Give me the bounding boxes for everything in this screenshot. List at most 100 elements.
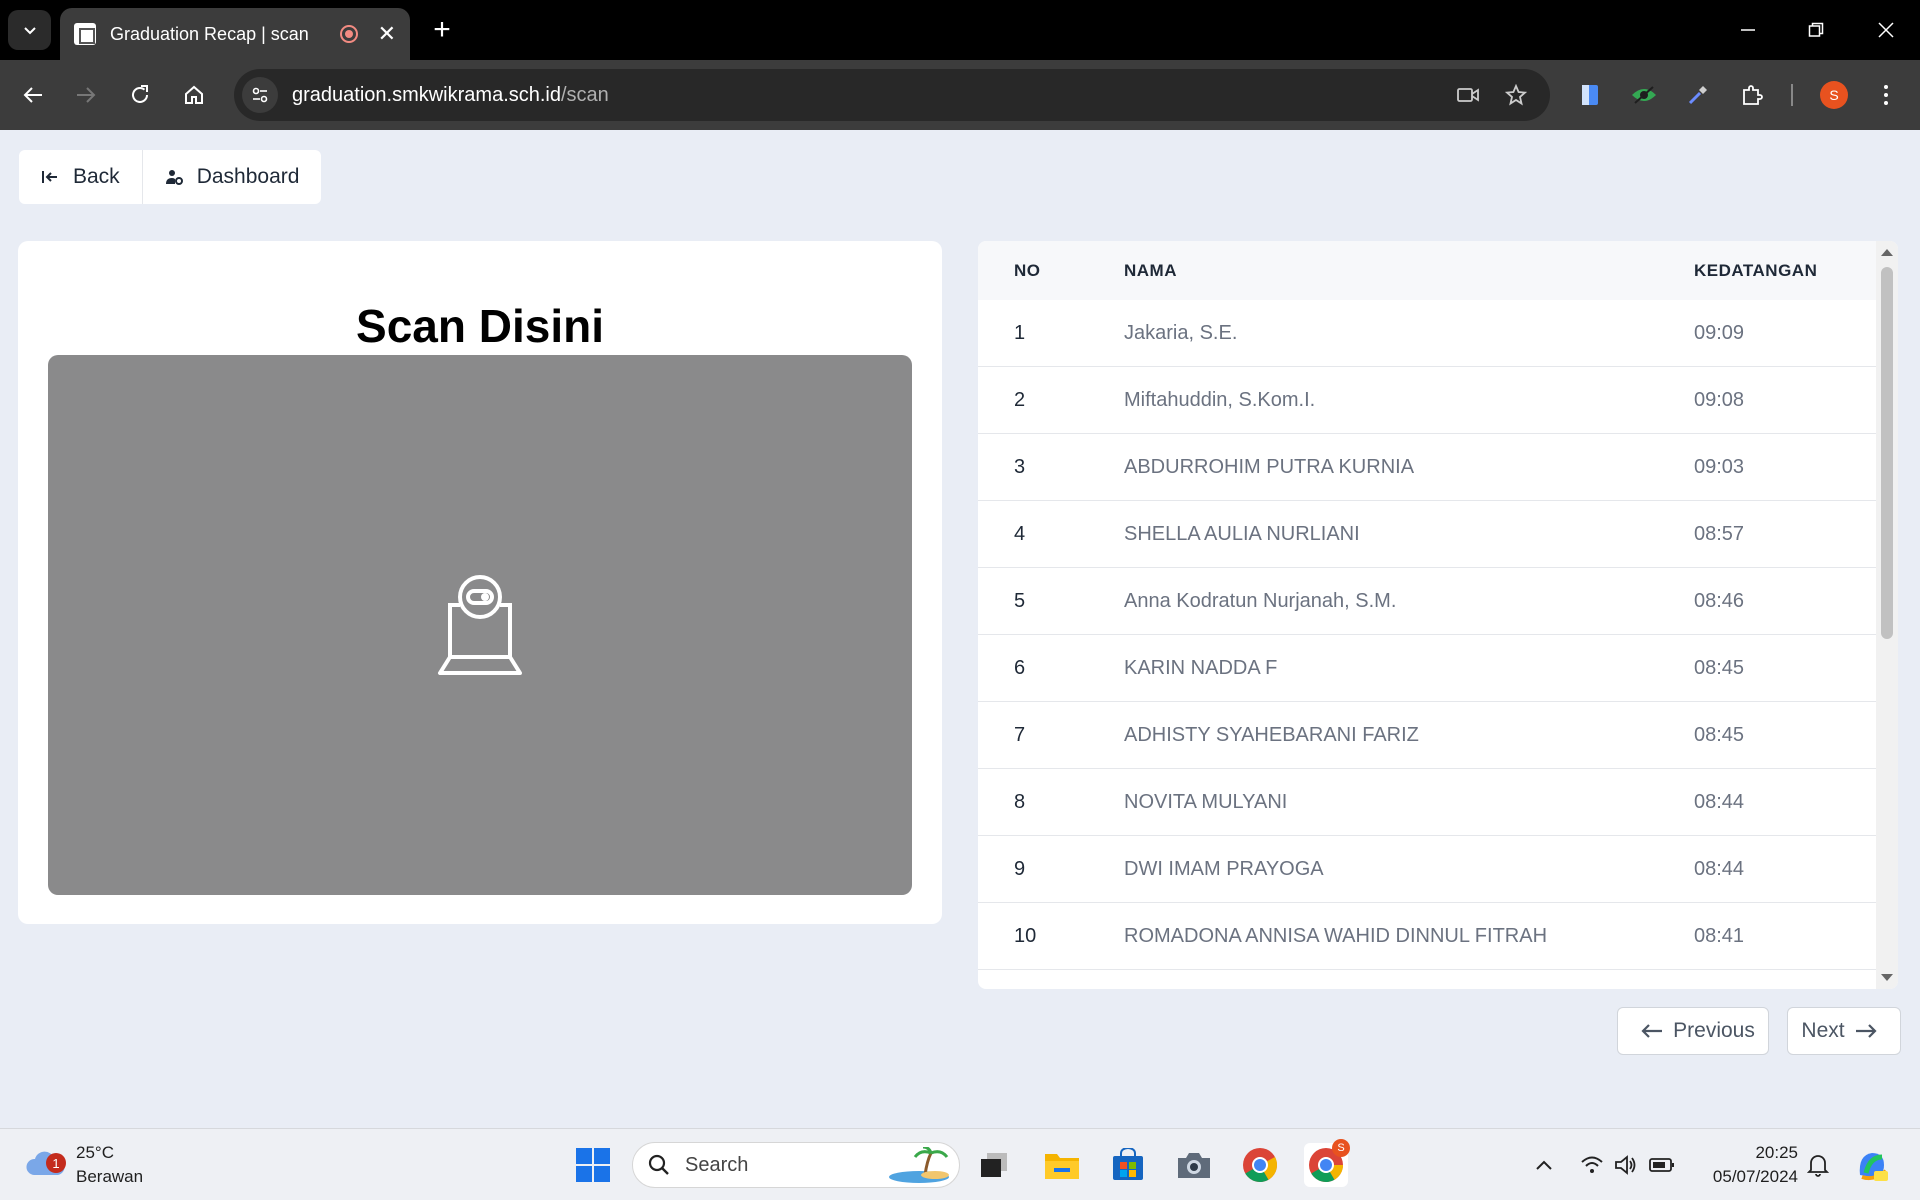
header-no: NO xyxy=(1014,260,1041,280)
clock-time: 20:25 xyxy=(1755,1143,1798,1162)
more-vertical-icon xyxy=(1884,85,1888,105)
tab-close-button[interactable]: ✕ xyxy=(378,23,396,45)
previous-label: Previous xyxy=(1673,1019,1755,1042)
cell-nama: Anna Kodratun Nurjanah, S.M. xyxy=(1124,590,1397,612)
wifi-icon xyxy=(1581,1156,1603,1173)
dashboard-button[interactable]: Dashboard xyxy=(141,150,322,204)
chrome-profile-button[interactable]: S xyxy=(1304,1139,1350,1187)
store-icon xyxy=(1113,1148,1143,1180)
file-explorer-button[interactable] xyxy=(1040,1143,1084,1187)
back-button[interactable]: Back xyxy=(19,150,142,204)
chrome-button[interactable] xyxy=(1238,1143,1282,1187)
top-button-group: Back Dashboard xyxy=(19,150,322,204)
home-button[interactable] xyxy=(174,75,214,115)
chrome-icon xyxy=(1243,1148,1277,1182)
scroll-up-arrow-icon[interactable] xyxy=(1881,249,1893,256)
cell-time: 08:46 xyxy=(1694,590,1745,612)
previous-page-button[interactable]: Previous xyxy=(1617,1007,1769,1055)
recording-icon xyxy=(339,25,358,43)
camera-permission-button[interactable] xyxy=(1448,75,1488,115)
copilot-button[interactable] xyxy=(1852,1145,1892,1185)
table-header: NO NAMA KEDATANGAN xyxy=(978,241,1876,300)
window-close-button[interactable] xyxy=(1866,10,1906,50)
close-icon xyxy=(1878,22,1894,38)
restore-icon xyxy=(1808,22,1824,37)
cell-no: 5 xyxy=(1014,590,1026,612)
cell-time: 09:03 xyxy=(1694,456,1745,478)
document-extension-icon xyxy=(1582,85,1598,105)
start-button[interactable] xyxy=(571,1143,615,1187)
logout-arrow-icon xyxy=(42,171,57,183)
beach-icon xyxy=(889,1147,949,1183)
extension-docs-button[interactable] xyxy=(1570,75,1610,115)
cell-no: 9 xyxy=(1014,858,1026,880)
search-icon xyxy=(648,1154,669,1175)
cell-nama: NOVITA MULYANI xyxy=(1124,791,1288,813)
reload-button[interactable] xyxy=(120,75,160,115)
browser-menu-button[interactable] xyxy=(1866,75,1906,115)
minimize-button[interactable] xyxy=(1728,10,1768,50)
weather-text: 25°C Berawan xyxy=(76,1141,143,1189)
table-row: 3 ABDURROHIM PUTRA KURNIA 09:03 xyxy=(978,434,1876,501)
notifications-button[interactable] xyxy=(1804,1151,1832,1179)
address-bar[interactable]: graduation.smkwikrama.sch.id/scan xyxy=(234,69,1550,121)
task-view-icon xyxy=(981,1153,1007,1177)
cell-nama: Miftahuddin, S.Kom.I. xyxy=(1124,389,1316,411)
cell-time: 08:57 xyxy=(1694,523,1745,545)
next-page-button[interactable]: Next xyxy=(1787,1007,1901,1055)
battery-button[interactable] xyxy=(1648,1151,1676,1179)
profile-avatar[interactable]: S xyxy=(1820,81,1848,109)
table-row: 5 Anna Kodratun Nurjanah, S.M. 08:46 xyxy=(978,568,1876,635)
windows-logo-icon xyxy=(576,1148,610,1182)
forward-nav-button[interactable] xyxy=(66,75,106,115)
arrow-left-icon xyxy=(1641,1024,1663,1038)
task-view-button[interactable] xyxy=(972,1143,1016,1187)
weather-widget[interactable]: 1 25°C Berawan xyxy=(26,1141,143,1189)
cell-nama: ABDURROHIM PUTRA KURNIA xyxy=(1124,456,1415,478)
search-label: Search xyxy=(685,1153,749,1176)
scroll-down-arrow-icon[interactable] xyxy=(1881,974,1893,981)
bookmark-button[interactable] xyxy=(1496,75,1536,115)
scrollbar-thumb[interactable] xyxy=(1881,267,1893,639)
system-clock[interactable]: 20:25 05/07/2024 xyxy=(1700,1141,1798,1189)
show-hidden-icons-button[interactable] xyxy=(1530,1151,1558,1179)
extensions-button[interactable] xyxy=(1732,75,1772,115)
extension-picker-button[interactable] xyxy=(1678,75,1718,115)
microsoft-store-button[interactable] xyxy=(1106,1143,1150,1187)
tune-icon xyxy=(252,87,268,103)
cell-nama: ADHISTY SYAHEBARANI FARIZ xyxy=(1124,724,1419,746)
extension-eye-button[interactable] xyxy=(1624,75,1664,115)
cell-time: 08:41 xyxy=(1694,925,1745,947)
camera-scanner-area[interactable] xyxy=(48,355,912,895)
arrow-left-icon xyxy=(23,87,42,103)
cell-no: 6 xyxy=(1014,657,1026,679)
taskbar-search[interactable]: Search xyxy=(632,1142,960,1188)
cell-nama: ROMADONA ANNISA WAHID DINNUL FITRAH xyxy=(1124,925,1548,947)
table-row: 4 SHELLA AULIA NURLIANI 08:57 xyxy=(978,501,1876,568)
folder-icon xyxy=(1045,1154,1079,1179)
volume-button[interactable] xyxy=(1612,1151,1640,1179)
new-tab-button[interactable]: + xyxy=(424,12,460,48)
weather-notification-badge: 1 xyxy=(46,1153,66,1173)
camera-icon xyxy=(1178,1153,1210,1178)
site-info-button[interactable] xyxy=(242,77,278,113)
wifi-button[interactable] xyxy=(1578,1151,1606,1179)
back-nav-button[interactable] xyxy=(13,75,53,115)
camera-app-button[interactable] xyxy=(1172,1143,1216,1187)
browser-tab-bar: Graduation Recap | scan ✕ + xyxy=(0,0,1920,60)
arrow-right-icon xyxy=(1855,1024,1877,1038)
cell-nama: Jakaria, S.E. xyxy=(1124,322,1238,344)
tab-search-button[interactable] xyxy=(8,10,51,50)
table-scrollbar[interactable] xyxy=(1876,241,1898,989)
cell-time: 09:08 xyxy=(1694,389,1745,411)
active-tab[interactable]: Graduation Recap | scan ✕ xyxy=(60,8,410,60)
weather-desc: Berawan xyxy=(76,1167,144,1186)
scan-title: Scan Disini xyxy=(356,300,604,352)
favicon-icon xyxy=(74,23,96,45)
arrow-right-icon xyxy=(77,87,96,103)
restore-button[interactable] xyxy=(1796,10,1836,50)
cell-time: 09:09 xyxy=(1694,322,1745,344)
dashboard-button-label: Dashboard xyxy=(196,165,300,188)
cell-nama: DWI IMAM PRAYOGA xyxy=(1124,858,1324,880)
scan-card: Scan Disini xyxy=(18,241,942,924)
